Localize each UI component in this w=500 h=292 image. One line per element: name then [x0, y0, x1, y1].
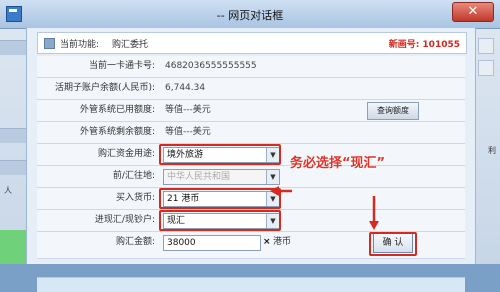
background-green-block — [0, 230, 26, 264]
dialog-footer — [37, 277, 465, 292]
web-dialog: -- 网页对话框 ✕ 当前功能: 购汇委托 新画号: 101055 当前一卡通卡… — [0, 0, 500, 292]
arrow-head-icon — [270, 186, 279, 196]
arrow-head-icon — [369, 221, 379, 230]
annotation-arrows — [270, 186, 379, 230]
